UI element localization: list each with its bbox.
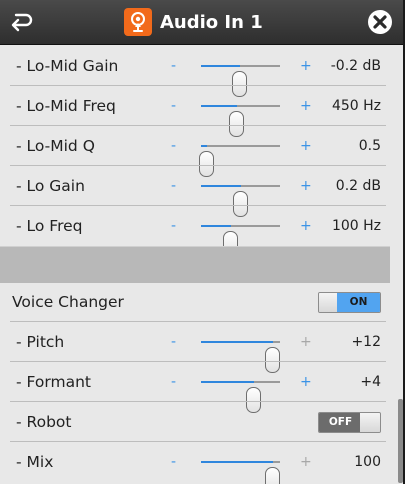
toggle-knob: [319, 293, 337, 312]
formant-decrease[interactable]: -: [171, 362, 176, 402]
lo-freq-label: - Lo Freq: [16, 217, 83, 235]
title-bar: Audio In 1: [0, 0, 405, 45]
voice-changer-toggle[interactable]: ON: [318, 292, 381, 313]
lo-mid-freq-label: - Lo-Mid Freq: [16, 97, 116, 115]
pitch-value: +12: [351, 334, 381, 350]
pitch-decrease[interactable]: -: [171, 322, 176, 362]
toggle-knob: [360, 413, 380, 432]
lo-mid-gain-value: -0.2 dB: [330, 58, 381, 74]
formant-label: - Formant: [16, 373, 91, 391]
lo-gain-decrease[interactable]: -: [171, 166, 176, 206]
robot-label: - Robot: [16, 413, 72, 431]
lo-mid-q-label: - Lo-Mid Q: [16, 137, 95, 155]
pitch-row: - Pitch - + +12: [0, 322, 390, 373]
slider-fill: [201, 185, 241, 187]
voice-changer-row: Voice Changer ON: [0, 282, 390, 322]
settings-list[interactable]: - Lo-Mid Gain - + -0.2 dB - Lo-Mid Freq …: [0, 45, 398, 484]
lo-mid-q-row: - Lo-Mid Q - + 0.5: [0, 126, 390, 177]
lo-mid-q-increase[interactable]: +: [300, 126, 312, 166]
lo-mid-gain-label: - Lo-Mid Gain: [16, 57, 119, 75]
robot-toggle[interactable]: OFF: [318, 412, 381, 433]
lo-mid-freq-row: - Lo-Mid Freq - + 450 Hz: [0, 86, 390, 137]
formant-slider[interactable]: [201, 381, 280, 413]
mix-label: - Mix: [16, 453, 54, 471]
slider-fill: [201, 341, 273, 343]
pitch-label: - Pitch: [16, 333, 65, 351]
title-group: Audio In 1: [124, 7, 263, 37]
formant-increase[interactable]: +: [300, 362, 312, 402]
pitch-slider[interactable]: [201, 341, 280, 373]
audio-input-icon: [124, 8, 152, 36]
lo-gain-value: 0.2 dB: [335, 178, 381, 194]
lo-mid-q-value: 0.5: [358, 138, 381, 154]
lo-freq-slider[interactable]: [201, 225, 280, 257]
pitch-increase[interactable]: +: [300, 322, 312, 362]
lo-gain-label: - Lo Gain: [16, 177, 85, 195]
lo-mid-gain-row: - Lo-Mid Gain - + -0.2 dB: [0, 46, 390, 97]
lo-mid-gain-decrease[interactable]: -: [171, 46, 176, 86]
slider-fill: [201, 381, 254, 383]
section-separator: [0, 246, 390, 283]
lo-freq-increase[interactable]: +: [300, 206, 312, 246]
mix-decrease[interactable]: -: [171, 442, 176, 482]
lo-freq-value: 100 Hz: [331, 218, 381, 234]
lo-gain-row: - Lo Gain - + 0.2 dB: [0, 166, 390, 217]
lo-freq-row: - Lo Freq - + 100 Hz: [0, 206, 390, 257]
mix-value: 100: [354, 454, 381, 470]
lo-mid-q-slider[interactable]: [199, 145, 280, 177]
robot-row: - Robot OFF: [0, 402, 390, 442]
lo-mid-gain-slider[interactable]: [201, 65, 280, 97]
mix-row: - Mix - + 100: [0, 442, 390, 484]
slider-thumb[interactable]: [265, 467, 280, 484]
slider-fill: [201, 65, 240, 67]
back-button[interactable]: [10, 11, 34, 33]
toggle-state: OFF: [319, 413, 362, 432]
lo-gain-increase[interactable]: +: [300, 166, 312, 206]
formant-value: +4: [360, 374, 381, 390]
lo-mid-gain-increase[interactable]: +: [300, 46, 312, 86]
formant-row: - Formant - + +4: [0, 362, 390, 413]
lo-mid-freq-value: 450 Hz: [331, 98, 381, 114]
lo-mid-freq-decrease[interactable]: -: [171, 86, 176, 126]
lo-gain-slider[interactable]: [201, 185, 280, 217]
slider-fill: [201, 461, 273, 463]
slider-fill: [201, 145, 207, 147]
toggle-state: ON: [337, 293, 380, 312]
voice-changer-label: Voice Changer: [12, 293, 124, 311]
back-arrow-icon: [11, 13, 33, 32]
mix-slider[interactable]: [201, 461, 280, 484]
lo-mid-freq-increase[interactable]: +: [300, 86, 312, 126]
lo-freq-decrease[interactable]: -: [171, 206, 176, 246]
mix-increase[interactable]: +: [300, 442, 312, 482]
slider-fill: [201, 225, 231, 227]
close-icon: [368, 10, 392, 34]
window-title: Audio In 1: [160, 11, 263, 33]
slider-fill: [201, 105, 237, 107]
lo-mid-freq-slider[interactable]: [201, 105, 280, 137]
close-button[interactable]: [366, 8, 394, 36]
lo-mid-q-decrease[interactable]: -: [171, 126, 176, 166]
mixer-window: Audio In 1 - Lo-Mid Gain - + -0.2 dB - L…: [0, 0, 405, 484]
